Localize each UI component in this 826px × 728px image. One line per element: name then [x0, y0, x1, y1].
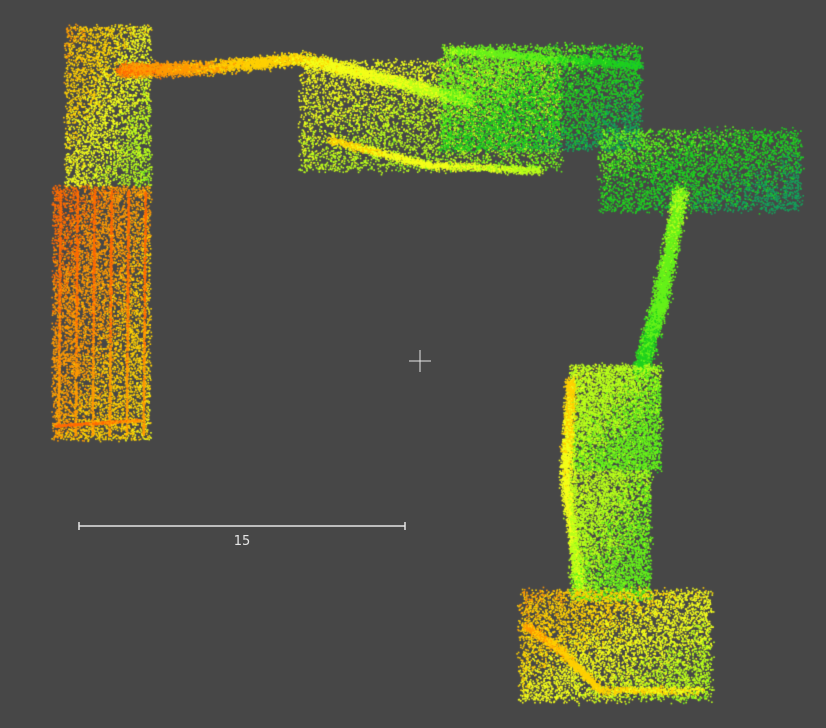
- scale-bar: [78, 522, 406, 530]
- point-cloud-viewport[interactable]: 15: [0, 0, 826, 728]
- scale-bar-label: 15: [233, 534, 251, 549]
- crosshair-icon: [409, 350, 431, 372]
